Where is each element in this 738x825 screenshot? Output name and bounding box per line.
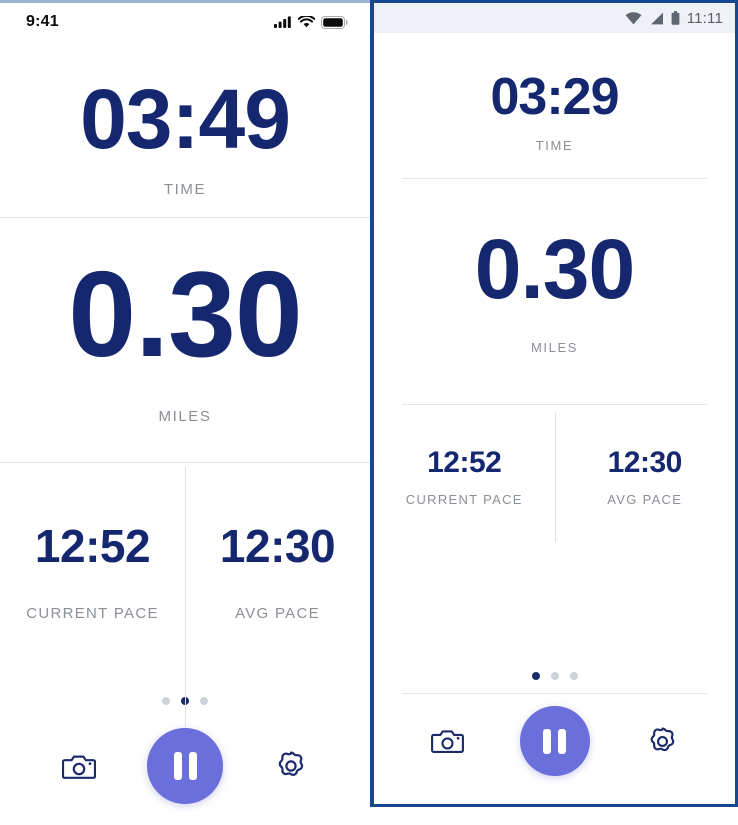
android-avg-pace-value: 12:30 — [607, 446, 683, 479]
android-pace-row: 12:52 CURRENT PACE 12:30 AVG PACE — [374, 405, 735, 550]
android-phone-screen: 11:11 03:29 TIME 0.30 MILES 12:52 CURREN… — [370, 0, 738, 807]
camera-icon — [62, 755, 96, 779]
android-page-dot-1[interactable] — [531, 672, 540, 680]
android-distance-metric[interactable]: 0.30 MILES — [374, 179, 735, 404]
ios-distance-metric[interactable]: 0.30 MILES — [0, 218, 370, 462]
ios-status-bar: 9:41 — [0, 3, 370, 41]
pause-icon — [173, 752, 197, 780]
android-settings-button[interactable] — [639, 718, 685, 764]
android-current-pace-value: 12:52 — [427, 446, 502, 479]
android-current-pace-metric[interactable]: 12:52 CURRENT PACE — [374, 405, 555, 550]
android-page-dot-2[interactable] — [550, 672, 559, 680]
ios-time-metric[interactable]: 03:49 TIME — [0, 41, 370, 217]
camera-icon — [430, 730, 464, 753]
android-status-bar: 11:11 — [374, 3, 735, 33]
cellular-signal-icon — [650, 12, 663, 24]
ios-status-clock: 9:41 — [26, 13, 59, 30]
ios-pause-button[interactable] — [147, 728, 223, 804]
ios-pace-row: 12:52 CURRENT PACE 12:30 AVG PACE — [0, 463, 370, 727]
battery-icon — [671, 11, 680, 25]
android-bottom-bar — [374, 694, 735, 798]
android-time-metric[interactable]: 03:29 TIME — [374, 33, 735, 178]
ios-status-icons — [274, 15, 348, 29]
android-distance-label: MILES — [530, 340, 578, 356]
wifi-icon — [298, 16, 315, 28]
android-pause-button[interactable] — [519, 706, 590, 776]
ios-distance-label: MILES — [158, 408, 212, 426]
wifi-icon — [625, 11, 642, 24]
ios-pace-vertical-divider — [185, 467, 186, 727]
android-avg-pace-label: AVG PACE — [607, 492, 683, 507]
ios-page-dot-3[interactable] — [200, 697, 208, 705]
ios-avg-pace-label: AVG PACE — [235, 604, 320, 622]
android-bottom-padding — [374, 798, 735, 804]
battery-icon — [321, 15, 348, 29]
ios-time-value: 03:49 — [80, 72, 291, 167]
cellular-signal-icon — [274, 16, 291, 28]
ios-avg-pace-value: 12:30 — [219, 519, 336, 572]
gear-icon — [650, 726, 674, 751]
android-page-dot-3[interactable] — [569, 672, 578, 680]
ios-time-label: TIME — [163, 180, 207, 198]
android-status-clock: 11:11 — [686, 9, 723, 27]
ios-bottom-bar — [0, 721, 370, 825]
ios-camera-button[interactable] — [56, 743, 102, 789]
gear-icon — [278, 751, 304, 776]
android-time-value: 03:29 — [490, 67, 620, 126]
android-pace-vertical-divider — [554, 413, 556, 542]
android-current-pace-label: CURRENT PACE — [405, 492, 523, 507]
android-time-label: TIME — [535, 138, 574, 154]
ios-settings-button[interactable] — [268, 743, 314, 789]
ios-phone-screen: 9:41 03:49 TIME 0.30 MILES 12:52 CURRENT… — [0, 0, 370, 807]
android-distance-value: 0.30 — [474, 221, 635, 316]
ios-current-pace-value: 12:52 — [34, 519, 151, 572]
android-page-indicator[interactable] — [374, 659, 735, 693]
android-avg-pace-metric[interactable]: 12:30 AVG PACE — [555, 405, 736, 550]
pause-icon — [543, 728, 566, 754]
ios-distance-value: 0.30 — [68, 245, 302, 382]
ios-metrics-area: 03:49 TIME 0.30 MILES 12:52 CURRENT PACE… — [0, 41, 370, 727]
ios-current-pace-metric[interactable]: 12:52 CURRENT PACE — [0, 463, 185, 681]
side-by-side-phone-comparison: 9:41 03:49 TIME 0.30 MILES 12:52 CURRENT… — [0, 0, 738, 807]
ios-page-dot-1[interactable] — [162, 697, 170, 705]
ios-avg-pace-metric[interactable]: 12:30 AVG PACE — [185, 463, 370, 681]
ios-current-pace-label: CURRENT PACE — [26, 604, 159, 622]
android-camera-button[interactable] — [424, 718, 470, 764]
android-metrics-area: 03:29 TIME 0.30 MILES 12:52 CURRENT PACE… — [374, 33, 735, 659]
